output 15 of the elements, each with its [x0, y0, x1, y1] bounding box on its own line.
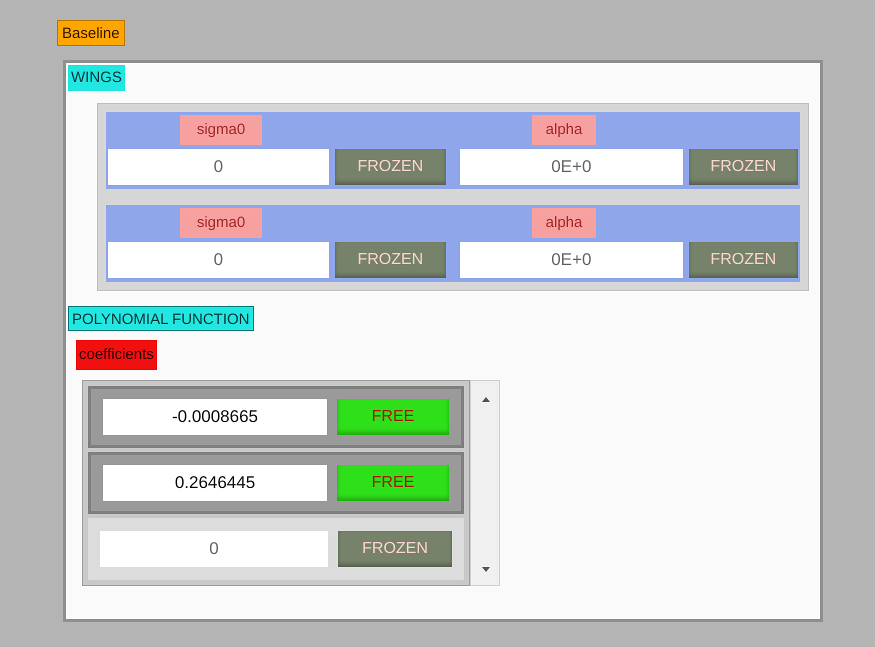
- scroll-down-icon[interactable]: [482, 567, 490, 572]
- scrollbar[interactable]: [470, 380, 500, 586]
- toggle-button[interactable]: FREE: [337, 399, 449, 435]
- section-label: POLYNOMIAL FUNCTION: [68, 306, 254, 331]
- parameter-label: alpha: [532, 115, 596, 145]
- numeric-field[interactable]: 0.2646445: [103, 465, 327, 501]
- parameter-label: sigma0: [180, 208, 262, 238]
- array-label: coefficients: [76, 340, 157, 370]
- numeric-field[interactable]: -0.0008665: [103, 399, 327, 435]
- cluster-label: Baseline: [57, 20, 125, 46]
- parameter-label: sigma0: [180, 115, 262, 145]
- section-label: WINGS: [68, 65, 125, 91]
- parameter-label: alpha: [532, 208, 596, 238]
- scroll-up-icon[interactable]: [482, 397, 490, 402]
- toggle-button[interactable]: FREE: [337, 465, 449, 501]
